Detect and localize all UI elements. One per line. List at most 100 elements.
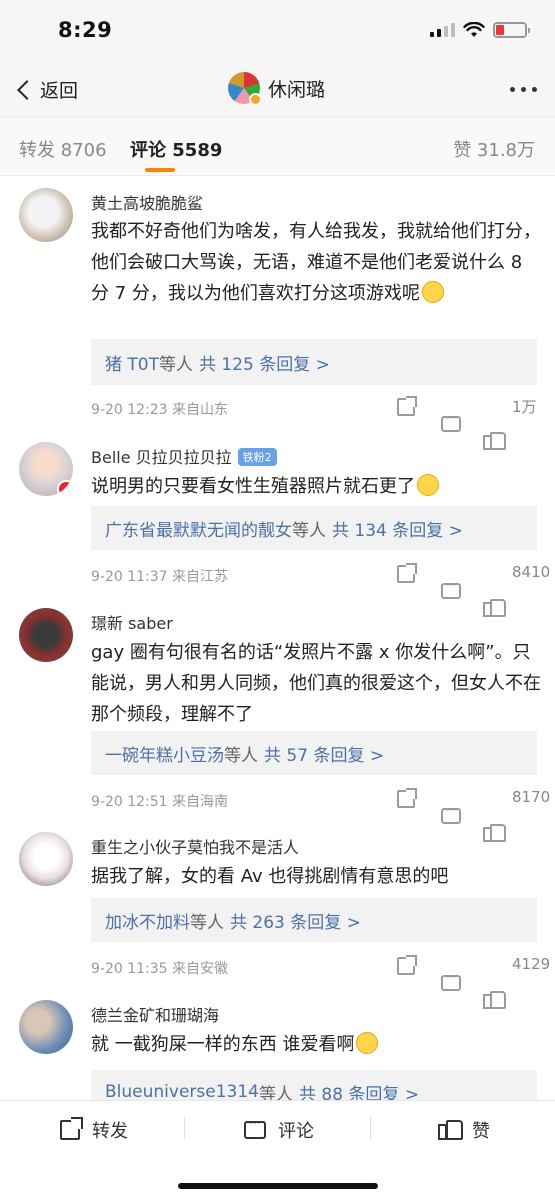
status-bar: 8:29 xyxy=(0,0,555,62)
comment-actions: 4129 xyxy=(395,955,550,1009)
share-icon xyxy=(60,1117,83,1140)
smile-emoji-icon xyxy=(356,1032,379,1054)
comment-item: 黄土高坡脆脆鲨 我都不好奇他们为啥发，有人给我发，我就给他们打分，他们会破口大骂… xyxy=(0,188,555,450)
comment-author[interactable]: Belle 贝拉贝拉贝拉 铁粉2 xyxy=(91,444,277,468)
home-indicator xyxy=(178,1183,378,1189)
comment-time: 9-20 12:23 xyxy=(91,402,168,418)
like-icon xyxy=(438,1120,463,1140)
comment-meta: 9-20 11:37 来自江苏 xyxy=(91,566,228,586)
comment-item: 璟新 saber gay 圈有句很有名的话“发照片不露 x 你发什么啊”。只能说… xyxy=(0,608,555,842)
reply-users: 加冰不加料 xyxy=(105,912,190,933)
reply-suffix: 等人 xyxy=(224,745,258,766)
repost-label: 转发 xyxy=(92,1121,128,1142)
back-chevron-icon xyxy=(17,79,37,100)
like-button[interactable]: 赞 xyxy=(438,1117,490,1143)
like-count: 1万 xyxy=(512,398,537,416)
comment-text: 就 一截狗屎一样的东西 谁爱看啊 xyxy=(91,1029,541,1060)
comment-author[interactable]: 璟新 saber xyxy=(91,610,173,634)
page-title: 休闲璐 xyxy=(268,78,326,101)
like-count: 8170 xyxy=(512,788,551,806)
reply-count: 共 134 条回复 > xyxy=(332,520,463,541)
comment-icon[interactable] xyxy=(441,578,461,599)
status-icons xyxy=(430,22,530,38)
reply-summary[interactable]: 加冰不加料 等人共 263 条回复 > xyxy=(91,898,537,942)
comment-author[interactable]: 重生之小伙子莫怕我不是活人 xyxy=(91,834,299,858)
reply-users: 猪 T0T xyxy=(105,354,159,375)
avatar xyxy=(228,72,262,106)
comment-button[interactable]: 评论 xyxy=(244,1116,314,1143)
comment-meta: 9-20 12:51 来自海南 xyxy=(91,791,228,811)
comment-author[interactable]: 黄土高坡脆脆鲨 xyxy=(91,190,203,214)
reply-summary[interactable]: 猪 T0T 等人共 125 条回复 > xyxy=(91,339,537,385)
comment-icon[interactable] xyxy=(441,803,461,824)
tab-likes[interactable]: 赞 31.8万 xyxy=(453,136,535,162)
reply-users: 一碗年糕小豆汤 xyxy=(105,745,224,766)
like-count: 4129 xyxy=(512,955,551,973)
reply-suffix: 等人 xyxy=(159,354,193,375)
comment-time: 9-20 11:35 xyxy=(91,961,168,977)
back-button[interactable]: 返回 xyxy=(14,76,78,103)
avatar[interactable] xyxy=(19,608,73,662)
tab-comments[interactable]: 评论 5589 xyxy=(130,136,222,162)
share-icon[interactable] xyxy=(397,788,417,808)
share-icon[interactable] xyxy=(397,396,417,416)
comment-icon[interactable] xyxy=(441,970,461,991)
like-label: 赞 xyxy=(472,1121,490,1142)
fan-badge: 铁粉2 xyxy=(237,448,277,466)
reply-users: Blueuniverse1314 xyxy=(105,1082,259,1102)
smile-emoji-icon xyxy=(417,474,439,496)
avatar[interactable] xyxy=(19,188,73,242)
avatar[interactable] xyxy=(19,832,73,886)
comment-item: 德兰金矿和珊瑚海 就 一截狗屎一样的东西 谁爱看啊 Blueuniverse13… xyxy=(0,1000,555,1114)
signal-icon xyxy=(430,23,455,37)
back-label: 返回 xyxy=(40,80,79,102)
comment-label: 评论 xyxy=(278,1121,314,1142)
comment-actions: 8410 xyxy=(395,563,550,617)
avatar[interactable] xyxy=(19,442,73,496)
reply-count: 共 263 条回复 > xyxy=(230,912,361,933)
status-time: 8:29 xyxy=(58,18,113,42)
reply-summary[interactable]: 一碗年糕小豆汤 等人共 57 条回复 > xyxy=(91,731,537,775)
nav-profile[interactable]: 休闲璐 xyxy=(228,72,326,106)
comment-source: 来自安徽 xyxy=(172,961,229,977)
comment-text: 我都不好奇他们为啥发，有人给我发，我就给他们打分，他们会破口大骂诶，无语，难道不… xyxy=(91,221,541,304)
nav-bar: 返回 休闲璐 xyxy=(0,62,555,118)
comment-source: 来自海南 xyxy=(172,794,229,810)
comment-source: 来自江苏 xyxy=(172,569,229,585)
comment-meta: 9-20 12:23 来自山东 xyxy=(91,399,228,419)
repost-button[interactable]: 转发 xyxy=(60,1117,128,1143)
avatar[interactable] xyxy=(19,1000,73,1054)
wifi-icon xyxy=(463,22,485,37)
tab-repost[interactable]: 转发 8706 xyxy=(19,136,107,162)
divider xyxy=(370,1117,371,1139)
more-icon[interactable] xyxy=(510,87,537,92)
reply-users: 广东省最默默无闻的靓女 xyxy=(105,520,292,541)
comment-text: gay 圈有句很有名的话“发照片不露 x 你发什么啊”。只能说，男人和男人同频，… xyxy=(91,642,541,725)
comment-icon[interactable] xyxy=(441,411,461,432)
comment-time: 9-20 11:37 xyxy=(91,569,168,585)
smile-emoji-icon xyxy=(421,281,444,303)
reply-suffix: 等人 xyxy=(292,520,326,541)
official-badge-icon xyxy=(57,480,73,496)
comment-text: 据我了解，女的看 Av 也得挑剧情有意思的吧 xyxy=(91,866,449,887)
comment-meta: 9-20 11:35 来自安徽 xyxy=(91,958,228,978)
divider xyxy=(184,1117,185,1139)
comment-text: 说明男的只要看女性生殖器照片就石更了 xyxy=(91,471,541,502)
comment-icon xyxy=(244,1116,266,1139)
share-icon[interactable] xyxy=(397,563,417,583)
comment-item: Belle 贝拉贝拉贝拉 铁粉2 说明男的只要看女性生殖器照片就石更了 广东省最默… xyxy=(0,442,555,617)
active-tab-indicator xyxy=(145,168,175,172)
comment-actions: 8170 xyxy=(395,788,550,842)
reply-count: 共 57 条回复 > xyxy=(264,745,385,766)
reply-summary[interactable]: 广东省最默默无闻的靓女 等人共 134 条回复 > xyxy=(91,506,537,550)
battery-icon xyxy=(493,22,530,38)
share-icon[interactable] xyxy=(397,955,417,975)
comment-author[interactable]: 德兰金矿和珊瑚海 xyxy=(91,1002,219,1026)
comment-actions: 1万 xyxy=(395,396,545,450)
comment-item: 重生之小伙子莫怕我不是活人 据我了解，女的看 Av 也得挑剧情有意思的吧 加冰不… xyxy=(0,832,555,1009)
reply-count: 共 125 条回复 > xyxy=(199,354,330,375)
comment-source: 来自山东 xyxy=(172,402,229,418)
comment-time: 9-20 12:51 xyxy=(91,794,168,810)
tab-bar: 转发 8706 评论 5589 赞 31.8万 xyxy=(0,119,555,176)
verified-badge-icon xyxy=(249,93,262,106)
